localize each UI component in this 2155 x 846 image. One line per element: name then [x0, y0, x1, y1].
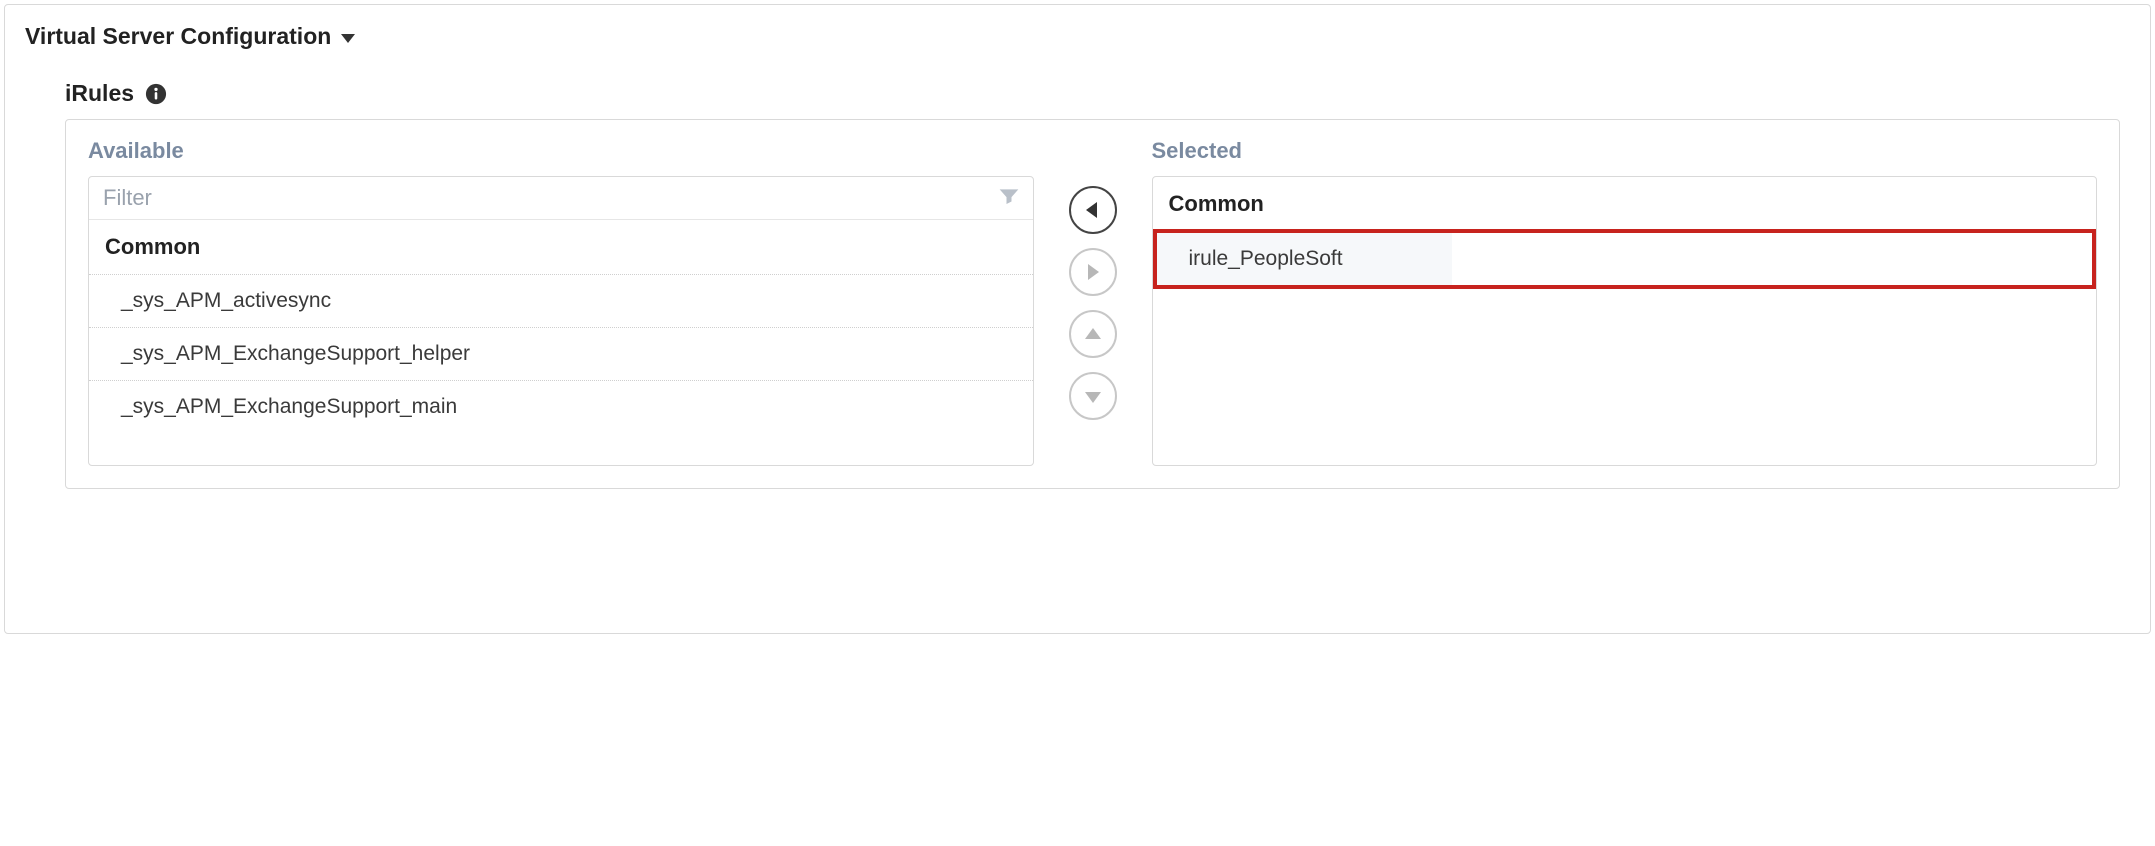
arrow-left-icon	[1086, 202, 1097, 218]
move-left-button[interactable]	[1069, 186, 1117, 234]
available-item[interactable]: _sys_APM_ExchangeSupport_helper	[89, 327, 1033, 380]
info-icon[interactable]	[144, 82, 168, 106]
move-up-button[interactable]	[1069, 310, 1117, 358]
highlighted-selection: irule_PeopleSoft	[1153, 229, 2097, 289]
arrow-up-icon	[1085, 328, 1101, 339]
available-title: Available	[88, 138, 1034, 164]
section-body: iRules Available Common _sys_APM_activ	[65, 80, 2120, 489]
selected-item[interactable]: irule_PeopleSoft	[1157, 233, 1452, 285]
filter-row	[89, 177, 1033, 220]
move-down-button[interactable]	[1069, 372, 1117, 420]
available-column: Available Common _sys_APM_activesync _sy…	[88, 138, 1034, 466]
selected-group-header: Common	[1153, 177, 2097, 231]
arrow-down-icon	[1085, 392, 1101, 403]
selected-title: Selected	[1152, 138, 2098, 164]
section-header-toggle[interactable]: Virtual Server Configuration	[25, 23, 2130, 50]
available-item[interactable]: _sys_APM_ExchangeSupport_main	[89, 380, 1033, 433]
move-right-button[interactable]	[1069, 248, 1117, 296]
filter-input[interactable]	[103, 185, 999, 211]
caret-down-icon	[341, 34, 355, 43]
arrow-right-icon	[1088, 264, 1099, 280]
config-panel: Virtual Server Configuration iRules Avai…	[4, 4, 2151, 634]
selected-listbox: Common irule_PeopleSoft	[1152, 176, 2098, 466]
selected-column: Selected Common irule_PeopleSoft	[1152, 138, 2098, 466]
available-listbox: Common _sys_APM_activesync _sys_APM_Exch…	[88, 176, 1034, 466]
transfer-panel: Available Common _sys_APM_activesync _sy…	[65, 119, 2120, 489]
filter-icon[interactable]	[999, 186, 1019, 211]
available-group-header: Common	[89, 220, 1033, 274]
irules-label: iRules	[65, 80, 2120, 107]
section-title-text: Virtual Server Configuration	[25, 23, 331, 50]
transfer-controls	[1058, 138, 1128, 466]
irules-label-text: iRules	[65, 80, 134, 107]
available-item[interactable]: _sys_APM_activesync	[89, 274, 1033, 327]
